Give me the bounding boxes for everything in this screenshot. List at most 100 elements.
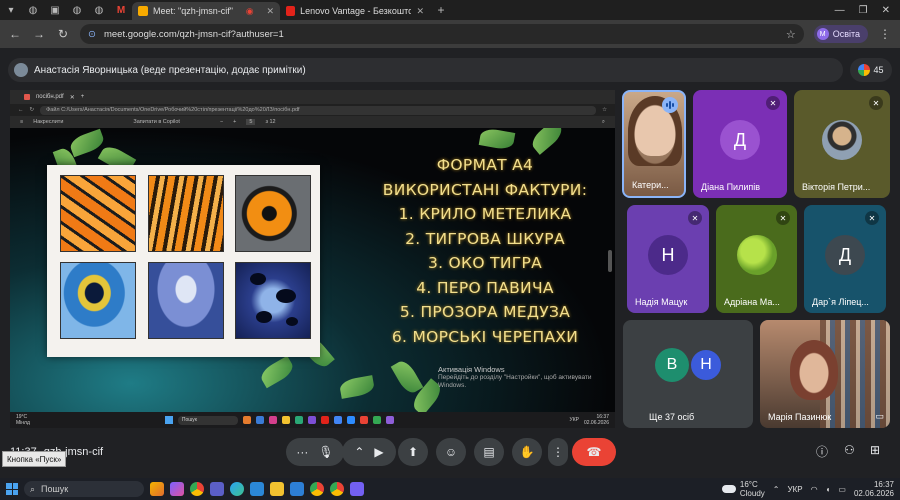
browser-toolbar: ← → ↻ ⊙ meet.google.com/qzh-jmsn-cif?aut… [0,20,900,48]
address-url: meet.google.com/qzh-jmsn-cif?authuser=1 [103,28,284,40]
address-bar[interactable]: ⊙ meet.google.com/qzh-jmsn-cif?authuser=… [80,24,804,44]
participant-tile[interactable]: ✕ Адріана Ма... [716,205,797,313]
participant-name: Діана Пилипів [701,182,761,192]
tiger-eye-artwork [235,175,311,252]
shared-app-icon [307,416,316,424]
participant-tile[interactable]: ✕ Н Надія Мацук [627,205,709,313]
tab-menu-icon[interactable]: ▾ [0,2,22,18]
shared-app-icon [333,416,342,424]
gmail-tab-icon[interactable]: M [110,2,132,18]
new-tab-plus-icon[interactable]: + [430,2,452,18]
shared-path-label: Файл [46,106,60,113]
maximize-icon[interactable]: ❐ [859,5,868,16]
weather-widget[interactable]: 16°C Cloudy [721,480,765,498]
edge-app-icon[interactable] [230,482,244,496]
profile-chip[interactable]: M Освіта [813,25,868,43]
forward-arrow-icon[interactable]: → [32,27,46,41]
present-button[interactable]: ⬆ [398,438,428,466]
battery-icon[interactable]: ▭ [838,485,846,494]
hand-icon: ✋ [519,445,535,459]
reactions-button[interactable]: ☺ [436,438,466,466]
shared-new-tab-icon: + [80,94,85,100]
chrome2-app-icon[interactable] [310,482,324,496]
tab-close-icon[interactable]: ✕ [416,6,424,17]
shared-app-icon [268,416,277,424]
weather-text: Cloudy [739,489,765,498]
back-arrow-icon[interactable]: ← [8,27,22,41]
participants-count-button[interactable]: 45 [850,58,892,82]
taskbar-clock[interactable]: 16:37 02.06.2026 [854,480,894,498]
teams-app-icon[interactable] [210,482,224,496]
participant-tile[interactable]: ✕ Д Діана Пилипів [693,90,787,198]
chrome3-app-icon[interactable] [330,482,344,496]
shared-tab-close-icon: ✕ [69,94,75,101]
viber-app-icon[interactable] [350,482,364,496]
turtle-silhouette [286,317,298,326]
more-audio-options-button[interactable]: ··· 🎙 [286,438,344,466]
taskbar-search-label: Пошук [41,484,69,494]
participant-tile[interactable]: ✕ Д Дар`я Ліпец... [804,205,886,313]
pdf-page-number: 5 [246,119,256,125]
tab-meet[interactable]: Meet: "qzh-jmsn-cif" ◉ ✕ [132,2,280,20]
video-options-button[interactable]: ⌃ ▶ [342,438,396,466]
pinned-tab-globe-icon[interactable]: ◍ [22,2,44,18]
pinned-tab-1-icon[interactable]: ▣ [44,2,66,18]
copilot-app-icon[interactable] [170,482,184,496]
activation-title: Активація Windows [438,365,505,374]
turtle-silhouette [250,273,266,285]
bookmark-star-icon[interactable]: ☆ [786,28,796,41]
captions-button[interactable]: ▤ [474,438,504,466]
more-participants-tile[interactable]: В Н Ще 37 осіб [623,320,753,428]
raise-hand-button[interactable]: ✋ [512,438,542,466]
tiger-skin-artwork [148,175,224,252]
shared-star-icon: ☆ [602,107,607,113]
pinned-tab-globe3-icon[interactable]: ◍ [88,2,110,18]
widgets-app-icon[interactable] [150,482,164,496]
leaf-decoration [528,128,566,155]
wifi-icon[interactable]: ◠ [811,485,818,494]
mail-app-icon[interactable] [290,482,304,496]
language-indicator[interactable]: УКР [787,485,802,494]
chevron-up-icon[interactable]: ⌃ [773,485,780,494]
reload-icon[interactable]: ↻ [56,27,70,41]
minimize-icon[interactable]: — [835,5,845,16]
shared-address-bar: ← ↻ Файл C:/Users/Анастасія/Documents/On… [10,104,615,116]
chrome-app-icon[interactable] [190,482,204,496]
taskbar-search[interactable]: ⌕ Пошук [24,481,144,497]
participant-tile[interactable]: ✕ Вікторія Петри... [794,90,890,198]
shared-app-icon [359,416,368,424]
tab-close-icon[interactable]: ✕ [266,6,274,17]
meeting-info-icon[interactable]: ⓘ [816,443,828,460]
pinned-tab-globe2-icon[interactable]: ◍ [66,2,88,18]
tab-lenovo-label: Lenovo Vantage - Безкоштовн [300,6,412,16]
microphone-icon: 🎙 [318,445,334,459]
participant-tile[interactable]: Катери... [622,90,686,198]
phone-hangup-icon: ☎ [586,445,602,459]
presenter-text: Анастасія Яворницька (веде презентацію, … [34,64,306,76]
artwork-sheet [47,165,320,357]
explorer-app-icon[interactable] [270,482,284,496]
slide-line: 2. ТИГРОВА ШКУРА [405,229,565,248]
turtle-silhouette [256,311,272,323]
participant-tile[interactable]: Марія Пазинюк ▭ [760,320,890,428]
store-app-icon[interactable] [250,482,264,496]
more-menu-icon[interactable]: ⋮ [878,27,892,41]
pin-icon[interactable]: ▭ [875,411,884,422]
activities-icon[interactable]: ⊞ [870,443,880,457]
shared-tab-label: посібн.pdf [36,94,64,100]
more-options-button[interactable]: ⋮ [548,438,568,466]
leave-call-button[interactable]: ☎ [572,438,616,466]
captions-icon: ▤ [483,445,495,459]
slide-text: ФОРМАТ А4 ВИКОРИСТАНІ ФАКТУРИ: 1. КРИЛО … [365,153,605,349]
window-close-icon[interactable]: ✕ [882,5,890,16]
people-icon[interactable]: ⚇ [844,443,855,457]
site-info-icon[interactable]: ⊙ [88,29,96,40]
volume-icon[interactable]: ◖ [826,485,831,494]
browser-tab-strip: ▾ ◍ ▣ ◍ ◍ M Meet: "qzh-jmsn-cif" ◉ ✕ Len… [0,0,900,20]
participant-avatar: Д [825,235,865,275]
shared-path: C:/Users/Анастасія/Documents/OneDrive/Ро… [61,106,300,113]
presenter-banner: Анастасія Яворницька (веде презентацію, … [8,58,843,82]
windows-start-icon[interactable] [6,483,18,495]
present-screen-icon: ⬆ [407,445,419,459]
tab-lenovo[interactable]: Lenovo Vantage - Безкоштовн ✕ [280,2,430,20]
